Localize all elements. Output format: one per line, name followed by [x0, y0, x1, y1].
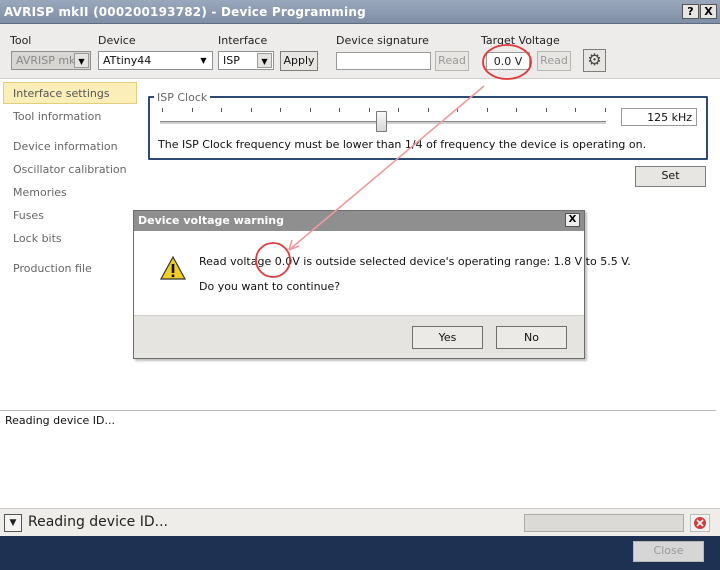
- interface-select[interactable]: ISP ▼: [218, 51, 274, 70]
- target-voltage-label: Target Voltage: [481, 34, 560, 47]
- tool-label: Tool: [10, 34, 32, 47]
- dialog-message-voltage: 0.0V: [274, 255, 300, 268]
- slider-tick: [280, 108, 281, 112]
- output-log: Reading device ID...: [0, 410, 716, 506]
- slider-tick: [545, 108, 547, 112]
- tool-select-value: AVRISP mkII: [16, 54, 82, 67]
- interface-label: Interface: [218, 34, 268, 47]
- slider-tick: [398, 108, 399, 112]
- status-bar: ▼ Reading device ID...: [0, 508, 720, 536]
- slider-tick: [486, 108, 488, 112]
- dialog-question: Do you want to continue?: [199, 280, 341, 293]
- tool-select[interactable]: AVRISP mkII ▼: [11, 51, 91, 70]
- help-button[interactable]: ?: [682, 4, 699, 19]
- bottom-button-bar: Close: [0, 536, 720, 570]
- device-select[interactable]: ATtiny44 ▼: [98, 51, 213, 70]
- isp-clock-group-label: ISP Clock: [154, 91, 211, 104]
- sidebar-item-memories[interactable]: Memories: [13, 186, 67, 199]
- device-signature-field[interactable]: [336, 52, 431, 70]
- apply-button[interactable]: Apply: [280, 51, 318, 71]
- slider-tick: [162, 108, 163, 112]
- gear-icon[interactable]: ⚙: [583, 49, 606, 72]
- device-toolbar: Tool AVRISP mkII ▼ Device ATtiny44 ▼ Int…: [0, 24, 720, 79]
- sidebar-item-interface-settings[interactable]: Interface settings: [13, 87, 110, 100]
- slider-tick: [368, 108, 370, 112]
- interface-select-value: ISP: [223, 54, 240, 67]
- yes-button[interactable]: Yes: [412, 326, 483, 349]
- voltage-warning-dialog: Device voltage warning X Read voltage 0.…: [133, 210, 631, 359]
- isp-clock-value-field[interactable]: 125 kHz: [621, 108, 697, 126]
- dialog-message-suffix: is outside selected device's operating r…: [299, 255, 631, 268]
- isp-clock-slider-thumb[interactable]: [376, 111, 387, 132]
- no-button[interactable]: No: [496, 326, 567, 349]
- window-close-button[interactable]: X: [700, 4, 717, 19]
- device-label: Device: [98, 34, 136, 47]
- dialog-message: Read voltage 0.0V is outside selected de…: [199, 255, 631, 268]
- isp-clock-note: The ISP Clock frequency must be lower th…: [158, 138, 647, 151]
- sidebar-item-oscillator-calibration[interactable]: Oscillator calibration: [13, 163, 127, 176]
- slider-tick: [339, 108, 340, 112]
- slider-tick: [191, 108, 193, 112]
- warning-icon: [159, 255, 187, 280]
- device-select-value: ATtiny44: [103, 54, 152, 67]
- slider-tick: [221, 108, 222, 112]
- chevron-down-icon: ▼: [257, 53, 272, 68]
- target-voltage-field: 0.0 V: [486, 52, 530, 70]
- slider-tick: [309, 108, 311, 112]
- dialog-button-bar: Yes No: [134, 315, 584, 358]
- stop-icon[interactable]: [690, 514, 710, 532]
- close-button[interactable]: Close: [633, 541, 704, 562]
- progress-bar: [524, 514, 684, 532]
- chevron-down-icon: ▼: [74, 53, 89, 68]
- signature-read-button[interactable]: Read: [435, 51, 469, 71]
- window-title: AVRISP mkII (000200193782) - Device Prog…: [4, 5, 366, 19]
- sidebar-item-device-information[interactable]: Device information: [13, 140, 118, 153]
- slider-tick: [250, 108, 252, 112]
- sidebar-item-fuses[interactable]: Fuses: [13, 209, 44, 222]
- status-text: Reading device ID...: [28, 514, 168, 530]
- sidebar-item-tool-information[interactable]: Tool information: [13, 110, 101, 123]
- chevron-down-icon: ▼: [200, 56, 207, 65]
- device-signature-label: Device signature: [336, 34, 429, 47]
- dialog-close-button[interactable]: X: [565, 213, 580, 227]
- window-title-bar: AVRISP mkII (000200193782) - Device Prog…: [0, 0, 720, 24]
- log-line: Reading device ID...: [5, 414, 115, 427]
- slider-tick: [457, 108, 458, 112]
- sidebar-item-production-file[interactable]: Production file: [13, 262, 92, 275]
- dropdown-arrow-icon[interactable]: ▼: [4, 514, 22, 532]
- slider-tick: [427, 108, 429, 112]
- dialog-message-prefix: Read voltage: [199, 255, 275, 268]
- slider-tick: [575, 108, 576, 112]
- set-button[interactable]: Set: [635, 166, 706, 187]
- voltage-read-button[interactable]: Read: [537, 51, 571, 71]
- dialog-title: Device voltage warning: [134, 211, 584, 231]
- slider-tick: [604, 108, 606, 112]
- slider-tick: [516, 108, 517, 112]
- sidebar-item-lock-bits[interactable]: Lock bits: [13, 232, 62, 245]
